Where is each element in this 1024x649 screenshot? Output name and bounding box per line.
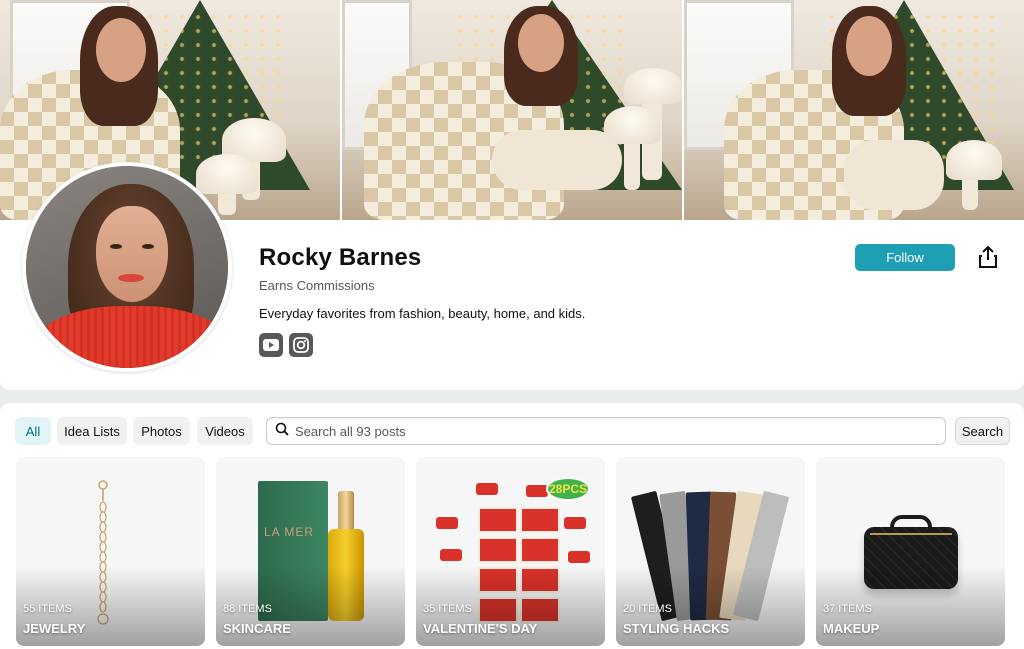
list-card-jewelry[interactable]: 55 ITEMS JEWELRY <box>16 457 205 646</box>
list-card-styling-hacks[interactable]: 20 ITEMS STYLING HACKS <box>616 457 805 646</box>
list-item-count: 88 ITEMS <box>223 603 272 615</box>
cover-photo-3 <box>684 0 1024 220</box>
search-input[interactable] <box>295 423 895 439</box>
profile-bio: Everyday favorites from fashion, beauty,… <box>259 306 586 321</box>
search-field[interactable] <box>266 417 946 445</box>
list-item-count: 35 ITEMS <box>423 603 472 615</box>
list-card-valentines-day[interactable]: 28PCS 35 ITEMS VALENTINE'S DAY <box>416 457 605 646</box>
earns-commissions-label: Earns Commissions <box>259 278 375 293</box>
list-card-makeup[interactable]: 37 ITEMS MAKEUP <box>816 457 1005 646</box>
list-title: MAKEUP <box>823 621 880 636</box>
search-icon <box>275 422 289 441</box>
tab-photos[interactable]: Photos <box>133 417 190 445</box>
profile-avatar <box>22 162 232 372</box>
list-title: VALENTINE'S DAY <box>423 621 538 636</box>
social-links <box>259 333 313 357</box>
list-title: JEWELRY <box>23 621 86 636</box>
tab-all[interactable]: All <box>15 417 51 445</box>
list-item-count: 55 ITEMS <box>23 603 72 615</box>
idea-list-grid: 55 ITEMS JEWELRY LA MER 88 ITEMS SKINCAR… <box>16 457 1005 646</box>
list-title: STYLING HACKS <box>623 621 730 636</box>
share-icon[interactable] <box>976 244 1000 270</box>
instagram-icon[interactable] <box>289 333 313 357</box>
list-title: SKINCARE <box>223 621 291 636</box>
search-button[interactable]: Search <box>955 417 1010 445</box>
youtube-icon[interactable] <box>259 333 283 357</box>
skincare-brand-label: LA MER <box>264 525 315 539</box>
list-item-count: 37 ITEMS <box>823 603 872 615</box>
profile-name: Rocky Barnes <box>259 244 422 271</box>
tab-idea-lists[interactable]: Idea Lists <box>57 417 127 445</box>
list-item-count: 20 ITEMS <box>623 603 672 615</box>
tab-videos[interactable]: Videos <box>197 417 253 445</box>
follow-button[interactable]: Follow <box>855 244 955 271</box>
list-card-skincare[interactable]: LA MER 88 ITEMS SKINCARE <box>216 457 405 646</box>
pieces-badge: 28PCS <box>546 477 590 501</box>
cover-photo-2 <box>342 0 682 220</box>
